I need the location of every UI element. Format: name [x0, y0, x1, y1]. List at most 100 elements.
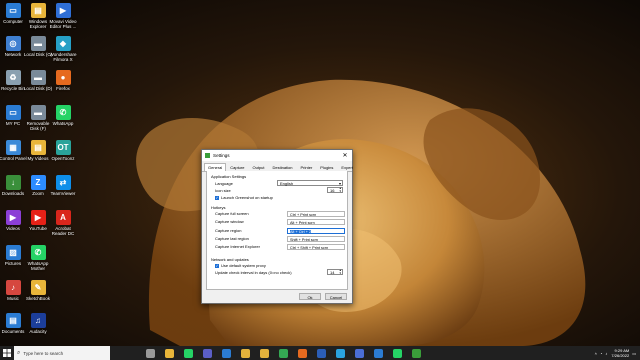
spinner-arrows-icon[interactable]: ▴ ▾: [339, 187, 341, 193]
taskbar-apps: [138, 346, 423, 360]
app-icon: ◆: [55, 36, 71, 51]
title-bar[interactable]: Settings ✕: [202, 150, 352, 161]
hotkeys-heading: Hotkeys: [211, 205, 226, 210]
desktop-icon-label: WhatsApp Mother: [27, 261, 49, 271]
tab-output[interactable]: Output: [248, 163, 268, 171]
telegram-icon: [335, 348, 345, 358]
taskbar-telegram-icon[interactable]: [333, 346, 347, 360]
proxy-label: Use default system proxy: [221, 263, 266, 268]
desktop-icon-label: WhatsApp: [52, 121, 74, 126]
taskbar-file-explorer-icon[interactable]: [162, 346, 176, 360]
hotkey-value: Ctrl + Print scrn: [290, 213, 317, 217]
app-settings-heading: Application Settings: [211, 174, 247, 179]
app-icon: A: [55, 210, 71, 225]
taskbar-greenshot-icon[interactable]: [409, 346, 423, 360]
desktop-icon-label: Audacity: [29, 329, 47, 334]
windows-logo-icon: [3, 349, 11, 357]
clock[interactable]: 9:29 AM 7/26/2022: [611, 348, 629, 358]
taskbar-whatsapp-icon[interactable]: [181, 346, 195, 360]
desktop-icon[interactable]: ● Firefox: [43, 70, 83, 91]
taskbar-network-icon[interactable]: [371, 346, 385, 360]
hotkey-field-window[interactable]: Alt + Print scrn: [287, 219, 345, 225]
desktop-icon[interactable]: OT OpenToonz: [43, 140, 83, 161]
desktop-icon[interactable]: ✎ SketchBook: [18, 280, 58, 301]
window-title: Settings: [213, 153, 230, 158]
hotkey-field-ie[interactable]: Ctrl + Shift + Print scrn: [287, 244, 345, 250]
firefox-icon: [297, 348, 307, 358]
chevron-up-icon[interactable]: ˄: [595, 351, 597, 356]
volume-icon[interactable]: ♪: [605, 351, 607, 356]
hotkey-field-full-screen[interactable]: Ctrl + Print scrn: [287, 211, 345, 217]
tab-general[interactable]: General: [204, 163, 227, 171]
desktop-icon-label: Wondershare Filmora X: [49, 52, 77, 62]
app-icon: ✎: [30, 280, 46, 295]
hotkey-value: Alt + Ctrl + 2: [290, 230, 312, 234]
general-panel: Application Settings Language English ▾ …: [206, 171, 348, 290]
taskbar-word-icon[interactable]: [314, 346, 328, 360]
launch-on-startup-checkbox[interactable]: ✓ Launch Greenshot on startup: [215, 195, 273, 200]
taskbar-teams-icon[interactable]: [200, 346, 214, 360]
desktop-icon-label: Movavi Video Editor Plus ...: [49, 19, 77, 29]
app-icon: ✆: [30, 245, 46, 260]
teams-icon: [202, 348, 212, 358]
file-explorer-icon: [164, 348, 174, 358]
hotkey-label-region: Capture region: [215, 228, 242, 233]
icon-size-stepper[interactable]: 16 ▴ ▾: [327, 187, 343, 193]
desktop-icon[interactable]: ▶ Movavi Video Editor Plus ...: [43, 3, 83, 29]
taskbar-chrome-3-icon[interactable]: [276, 346, 290, 360]
greenshot-icon: [411, 348, 421, 358]
tab-plugins[interactable]: Plugins: [316, 163, 337, 171]
desktop-icon[interactable]: ⇄ TeamViewer: [43, 175, 83, 196]
spinner-arrows-icon[interactable]: ▴ ▾: [339, 269, 341, 275]
desktop-icon[interactable]: ✆ WhatsApp: [43, 105, 83, 126]
whatsapp-icon: [183, 348, 193, 358]
hotkey-field-region[interactable]: Alt + Ctrl + 2: [287, 228, 345, 234]
taskbar-store-icon[interactable]: [219, 346, 233, 360]
taskbar-firefox-icon[interactable]: [295, 346, 309, 360]
notification-icon[interactable]: ▭: [632, 351, 636, 356]
checkmark-icon: ✓: [215, 195, 219, 200]
tab-destination[interactable]: Destination: [268, 163, 296, 171]
network-icon[interactable]: ◔: [600, 351, 602, 356]
desktop-icon-label: Firefox: [56, 86, 70, 91]
ok-button[interactable]: Ok: [299, 293, 321, 300]
update-interval-value: 14: [330, 270, 335, 275]
tab-expert[interactable]: Expert: [337, 163, 357, 171]
search-placeholder: Type here to search: [23, 350, 64, 356]
taskbar-chrome-1-icon[interactable]: [238, 346, 252, 360]
update-interval-label: Update check interval in days (0=no chec…: [215, 270, 292, 275]
search-box[interactable]: ⌕ Type here to search: [14, 346, 110, 360]
tab-printer[interactable]: Printer: [297, 163, 317, 171]
desktop-icon-label: OpenToonz: [51, 156, 75, 161]
desktop-icon[interactable]: ◆ Wondershare Filmora X: [43, 36, 83, 62]
desktop-icon[interactable]: ♫ Audacity: [18, 313, 58, 334]
desktop-icon[interactable]: ✆ WhatsApp Mother: [18, 245, 58, 271]
hotkey-label-full-screen: Capture full screen: [215, 211, 249, 216]
taskbar-task-view-icon[interactable]: [143, 346, 157, 360]
settings-window: Settings ✕ General Capture Output Destin…: [201, 149, 353, 304]
greenshot-icon: [205, 153, 210, 158]
taskbar-media-icon[interactable]: [352, 346, 366, 360]
app-icon: ⇄: [55, 175, 71, 190]
icon-size-value: 16: [330, 188, 335, 193]
taskbar-chrome-2-icon[interactable]: [257, 346, 271, 360]
clock-date: 7/26/2022: [611, 353, 630, 358]
desktop-icon[interactable]: A Acrobat Reader DC: [43, 210, 83, 236]
app-icon: ♫: [30, 313, 46, 328]
hotkey-label-last-region: Capture last region: [215, 236, 249, 241]
hotkey-label-ie: Capture Internet Explorer: [215, 244, 260, 249]
close-icon[interactable]: ✕: [341, 152, 349, 159]
proxy-checkbox[interactable]: ✓ Use default system proxy: [215, 263, 266, 268]
system-tray: ˄ ◔ ♪ 9:29 AM 7/26/2022 ▭: [595, 346, 636, 360]
language-select[interactable]: English ▾: [277, 180, 343, 186]
tab-capture[interactable]: Capture: [226, 163, 248, 171]
desktop-icon-label: Acrobat Reader DC: [51, 226, 75, 236]
taskbar-whatsapp-2-icon[interactable]: [390, 346, 404, 360]
hotkey-field-last-region[interactable]: Shift + Print scrn: [287, 236, 345, 242]
cancel-button[interactable]: Cancel: [325, 293, 347, 300]
hotkey-value: Shift + Print scrn: [290, 238, 318, 242]
chrome-3-icon: [278, 348, 288, 358]
start-button[interactable]: [0, 346, 14, 360]
hotkey-value: Alt + Print scrn: [290, 221, 315, 225]
update-interval-stepper[interactable]: 14 ▴ ▾: [327, 269, 343, 275]
